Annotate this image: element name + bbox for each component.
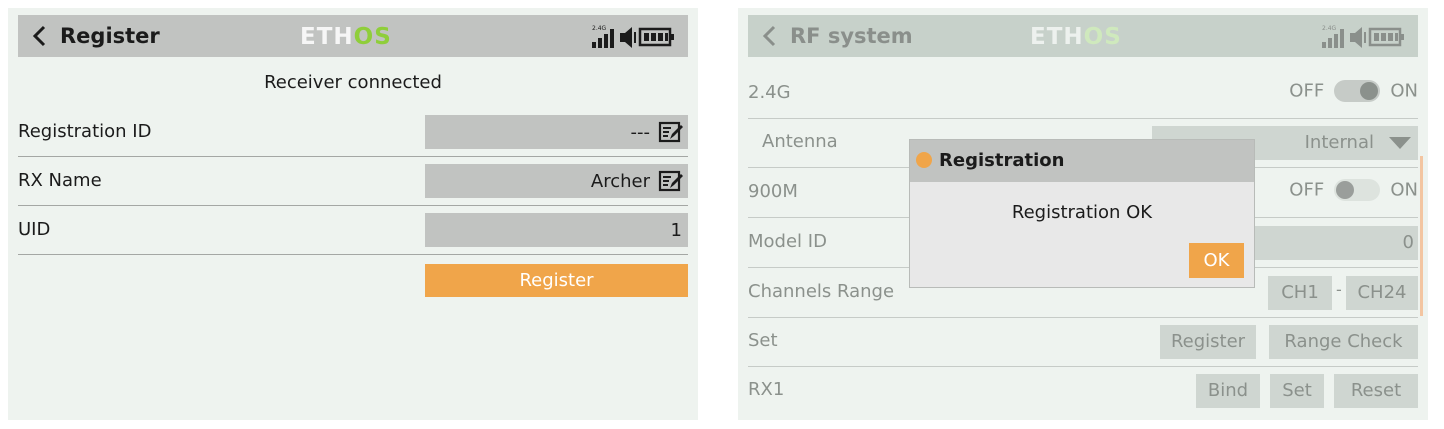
row-2-4g: 2.4G OFF ON <box>748 69 1418 119</box>
register-button[interactable]: Register <box>425 264 688 297</box>
band-badge: 2.4G <box>592 25 607 32</box>
channels-range-label: Channels Range <box>748 281 895 302</box>
register-screen: Register ETHOS 2.4G Receiver connected R… <box>8 8 698 420</box>
register-button[interactable]: Register <box>1160 325 1256 359</box>
uid-value: 1 <box>670 220 682 241</box>
set-button[interactable]: Set <box>1270 374 1324 408</box>
edit-icon[interactable] <box>658 169 684 193</box>
uid-field[interactable]: 1 <box>425 213 688 247</box>
model-id-label: Model ID <box>748 231 827 252</box>
switch-900m[interactable] <box>1334 179 1381 201</box>
registration-dialog: Registration Registration OK OK <box>910 140 1254 287</box>
status-icons: 2.4G <box>1322 25 1404 48</box>
toggle-900m[interactable]: OFF ON <box>1289 179 1418 205</box>
ethos-logo: ETHOS <box>1030 24 1122 50</box>
battery-icon <box>638 27 674 47</box>
row-set: Set Register Range Check <box>748 317 1418 367</box>
off-label: OFF <box>1289 80 1325 102</box>
range-check-button[interactable]: Range Check <box>1269 325 1418 359</box>
uid-row: UID 1 <box>18 206 688 255</box>
channel-to-field[interactable]: CH24 <box>1346 276 1418 310</box>
back-arrow-icon[interactable] <box>760 25 782 47</box>
rx-name-field[interactable]: Archer <box>425 164 688 198</box>
rx-name-value: Archer <box>590 171 650 192</box>
header-bar: Register ETHOS 2.4G <box>18 15 688 57</box>
row-900m-label: 900M <box>748 181 798 202</box>
band-badge: 2.4G <box>1322 25 1337 32</box>
registration-id-field[interactable]: --- <box>425 115 688 149</box>
dialog-title: Registration <box>939 150 1065 171</box>
registration-id-row: Registration ID --- <box>18 108 688 157</box>
volume-icon <box>1350 27 1366 48</box>
rx1-label: RX1 <box>748 379 785 400</box>
bind-button[interactable]: Bind <box>1196 374 1260 408</box>
off-label: OFF <box>1289 179 1325 201</box>
toggle-2-4g[interactable]: OFF ON <box>1289 80 1418 106</box>
row-2-4g-label: 2.4G <box>748 82 791 103</box>
model-id-value: 0 <box>1402 232 1414 253</box>
rx-name-row: RX Name Archer <box>18 157 688 206</box>
page-title: RF system <box>790 24 913 48</box>
rx-name-label: RX Name <box>18 170 102 191</box>
header-bar: RF system ETHOS 2.4G <box>748 15 1418 57</box>
switch-2-4g[interactable] <box>1334 80 1381 102</box>
registration-id-value: --- <box>630 122 651 143</box>
antenna-value: Internal <box>1304 132 1374 153</box>
ethos-logo: ETHOS <box>300 24 392 50</box>
page-title: Register <box>60 24 160 48</box>
on-label: ON <box>1390 80 1418 102</box>
connection-status: Receiver connected <box>264 72 442 93</box>
reset-button[interactable]: Reset <box>1334 374 1418 408</box>
volume-icon <box>620 27 636 48</box>
channel-from-field[interactable]: CH1 <box>1268 276 1332 310</box>
row-rx1: RX1 Bind Set Reset <box>748 366 1418 415</box>
status-icons: 2.4G <box>592 25 674 48</box>
scrollbar[interactable] <box>1420 156 1423 316</box>
battery-icon <box>1368 27 1404 47</box>
dialog-message: Registration OK <box>1011 202 1153 223</box>
dialog-title-bar: Registration <box>910 140 1254 182</box>
edit-icon[interactable] <box>658 120 684 144</box>
registration-id-label: Registration ID <box>18 121 152 142</box>
antenna-label: Antenna <box>762 131 838 152</box>
back-arrow-icon[interactable] <box>30 25 52 47</box>
on-label: ON <box>1390 179 1418 201</box>
info-dot-icon <box>916 152 932 168</box>
channel-separator: - <box>1336 280 1342 299</box>
uid-label: UID <box>18 219 51 240</box>
chevron-down-icon <box>1389 137 1411 149</box>
ok-button[interactable]: OK <box>1189 243 1244 278</box>
set-label: Set <box>748 330 778 351</box>
